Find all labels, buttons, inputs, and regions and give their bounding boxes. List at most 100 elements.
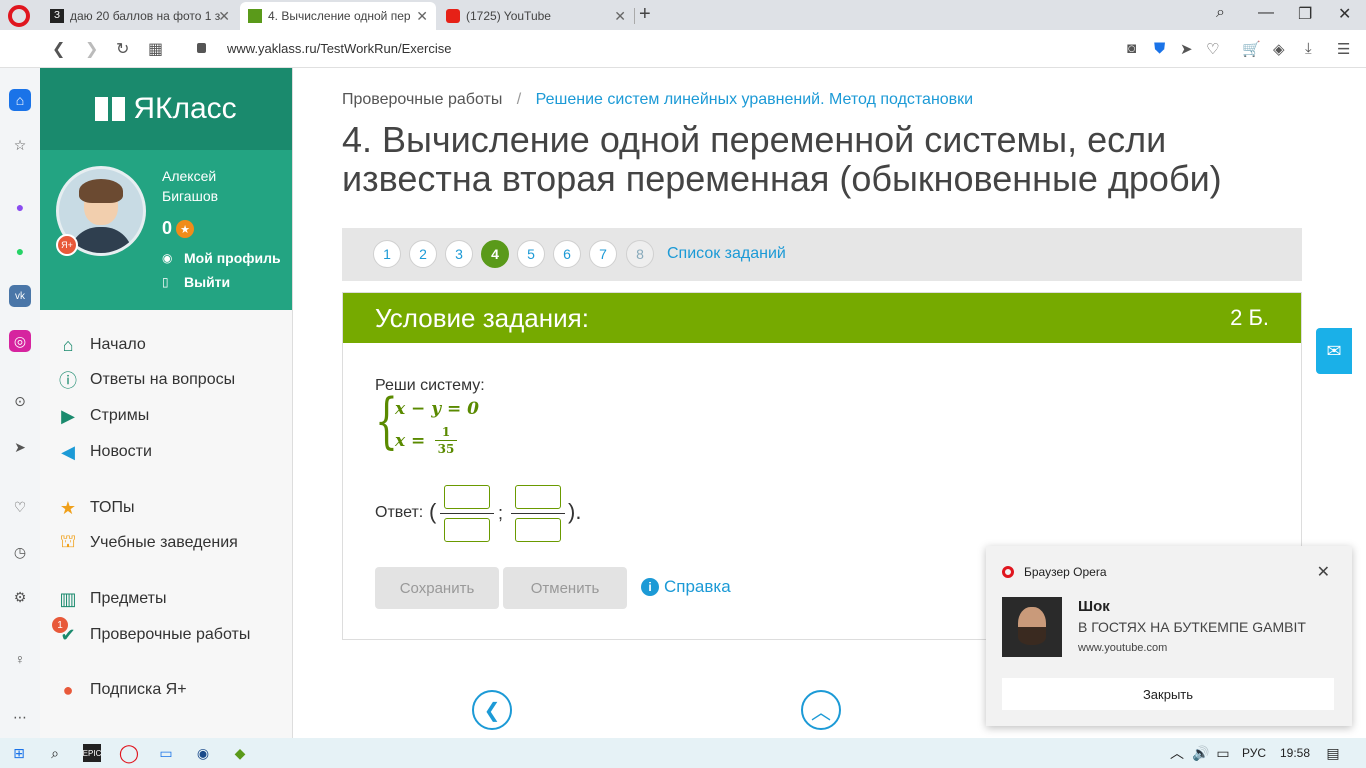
- menu-item-subjects[interactable]: ▥ Предметы: [56, 587, 166, 611]
- page-button-2[interactable]: 2: [409, 240, 437, 268]
- y-numerator-input[interactable]: [515, 485, 561, 509]
- page-button-5[interactable]: 5: [517, 240, 545, 268]
- x-numerator-input[interactable]: [444, 485, 490, 509]
- notification-title[interactable]: Шок: [1078, 598, 1110, 615]
- tab-divider: [634, 8, 635, 24]
- fraction-bar: [511, 513, 565, 514]
- up-arrow-icon[interactable]: ︿: [801, 690, 841, 730]
- language-indicator[interactable]: РУС: [1242, 746, 1266, 760]
- equation-2-fraction: 1 35: [435, 425, 457, 456]
- steam-icon[interactable]: ◉: [194, 744, 212, 762]
- site-logo[interactable]: ЯКласс: [40, 68, 292, 150]
- new-tab-button[interactable]: +: [639, 3, 651, 26]
- player-icon[interactable]: ⊙: [9, 390, 31, 412]
- task-list-link[interactable]: Список заданий: [667, 245, 786, 263]
- send-icon[interactable]: ➤: [1180, 40, 1193, 58]
- page-button-4[interactable]: 4: [481, 240, 509, 268]
- menu-item-tests[interactable]: ✔ Проверочные работы: [56, 623, 250, 647]
- monitor-icon[interactable]: ▭: [157, 744, 175, 762]
- close-icon[interactable]: ✕: [1317, 562, 1330, 582]
- breadcrumb-item[interactable]: Решение систем линейных уравнений. Метод…: [536, 91, 973, 108]
- menu-item-schools[interactable]: ⛫ Учебные заведения: [56, 531, 238, 555]
- send-icon[interactable]: ➤: [9, 436, 31, 458]
- star-icon: ★: [176, 220, 194, 238]
- page-button-6[interactable]: 6: [553, 240, 581, 268]
- easy-setup-icon[interactable]: ☰: [1337, 40, 1350, 58]
- fraction-denominator: 35: [437, 442, 455, 456]
- menu-item-label: Учебные заведения: [90, 534, 238, 551]
- close-window-icon[interactable]: ✕: [1338, 4, 1351, 24]
- vk-icon[interactable]: vk: [9, 285, 31, 307]
- page-button-1[interactable]: 1: [373, 240, 401, 268]
- tab-znanija[interactable]: З даю 20 баллов на фото 1 за ✕: [42, 2, 238, 30]
- menu-item-subscription[interactable]: ● Подписка Я+: [56, 678, 187, 702]
- menu-item-news[interactable]: ◀ Новости: [56, 440, 152, 464]
- answer-semicolon: ;: [498, 503, 504, 523]
- cancel-button[interactable]: Отменить: [503, 567, 627, 609]
- epic-games-icon[interactable]: EPIC: [83, 744, 101, 762]
- instagram-icon[interactable]: ◎: [9, 330, 31, 352]
- cube-icon[interactable]: ◈: [1273, 40, 1285, 58]
- show-hidden-icons-icon[interactable]: ︿: [1168, 744, 1186, 762]
- home-icon[interactable]: ⌂: [9, 89, 31, 111]
- restore-icon[interactable]: ❐: [1298, 4, 1312, 24]
- reload-icon[interactable]: ↻: [116, 39, 129, 59]
- download-icon[interactable]: ⤓: [1305, 40, 1312, 57]
- school-icon: ⛫: [59, 531, 77, 551]
- back-icon[interactable]: ❮: [52, 39, 65, 59]
- forward-icon[interactable]: ❯: [85, 39, 98, 59]
- windows-start-icon[interactable]: ⊞: [10, 744, 28, 762]
- close-tab-icon[interactable]: ✕: [218, 8, 230, 25]
- star-icon: ★: [59, 497, 77, 518]
- opera-icon[interactable]: ◯: [119, 743, 139, 763]
- tabs-grid-icon[interactable]: ▦: [148, 39, 163, 59]
- network-icon[interactable]: ▭: [1214, 744, 1232, 762]
- my-profile-link[interactable]: ◉ Мой профиль: [162, 250, 281, 266]
- page-button-8[interactable]: 8: [626, 240, 654, 268]
- save-button[interactable]: Сохранить: [375, 567, 499, 609]
- menu-item-answers[interactable]: ⓘ Ответы на вопросы: [56, 368, 235, 392]
- cart-icon[interactable]: 🛒: [1242, 40, 1261, 58]
- minecraft-icon[interactable]: ◆: [231, 744, 249, 762]
- more-icon[interactable]: ⋯: [9, 706, 31, 728]
- whatsapp-icon[interactable]: ●: [9, 240, 31, 262]
- settings-icon[interactable]: ⚙: [9, 586, 31, 608]
- speed-dial-icon[interactable]: ☆: [9, 134, 31, 156]
- page-button-7[interactable]: 7: [589, 240, 617, 268]
- menu-item-streams[interactable]: ▶ Стримы: [56, 404, 149, 428]
- fraction-bar: [435, 440, 457, 441]
- search-tabs-icon[interactable]: ⌕: [1216, 4, 1225, 22]
- close-tab-icon[interactable]: ✕: [614, 8, 626, 25]
- url-field[interactable]: www.yaklass.ru/TestWorkRun/Exercise: [227, 41, 451, 56]
- opera-menu-icon[interactable]: [8, 5, 30, 27]
- page-button-3[interactable]: 3: [445, 240, 473, 268]
- notifications-icon[interactable]: ▤: [1324, 744, 1342, 762]
- x-denominator-input[interactable]: [444, 518, 490, 542]
- y-denominator-input[interactable]: [515, 518, 561, 542]
- notification-thumbnail[interactable]: [1002, 597, 1062, 657]
- tab-yaklass[interactable]: 4. Вычисление одной пер ✕: [240, 2, 436, 30]
- notification-close-button[interactable]: Закрыть: [1002, 678, 1334, 710]
- lightbulb-icon[interactable]: ♀: [9, 648, 31, 670]
- heart-icon[interactable]: ♡: [1206, 40, 1219, 58]
- vpn-shield-icon[interactable]: ⛊: [1154, 40, 1165, 57]
- search-icon[interactable]: ⌕: [46, 744, 64, 762]
- feedback-mail-icon[interactable]: ✉: [1316, 328, 1352, 374]
- history-icon[interactable]: ◷: [9, 541, 31, 563]
- heart-icon[interactable]: ♡: [9, 496, 31, 518]
- clock[interactable]: 19:58: [1280, 746, 1310, 760]
- messenger-icon[interactable]: ●: [9, 196, 31, 218]
- help-link[interactable]: i Справка: [641, 577, 731, 597]
- logout-link[interactable]: ▯ Выйти: [162, 274, 230, 290]
- camera-icon[interactable]: ◙: [1127, 40, 1136, 57]
- close-tab-icon[interactable]: ✕: [416, 8, 428, 25]
- tab-youtube[interactable]: (1725) YouTube ✕: [438, 2, 634, 30]
- breadcrumb-item[interactable]: Проверочные работы: [342, 91, 502, 108]
- volume-icon[interactable]: 🔊: [1192, 744, 1210, 762]
- menu-item-home[interactable]: ⌂ Начало: [56, 333, 146, 357]
- task-pager: 1 2 3 4 5 6 7 8 Список заданий: [342, 228, 1302, 281]
- minimize-icon[interactable]: —: [1258, 4, 1274, 22]
- menu-item-tops[interactable]: ★ ТОПы: [56, 496, 135, 520]
- notification-source: Браузер Opera: [1002, 565, 1107, 579]
- previous-arrow-icon[interactable]: ❮: [472, 690, 512, 730]
